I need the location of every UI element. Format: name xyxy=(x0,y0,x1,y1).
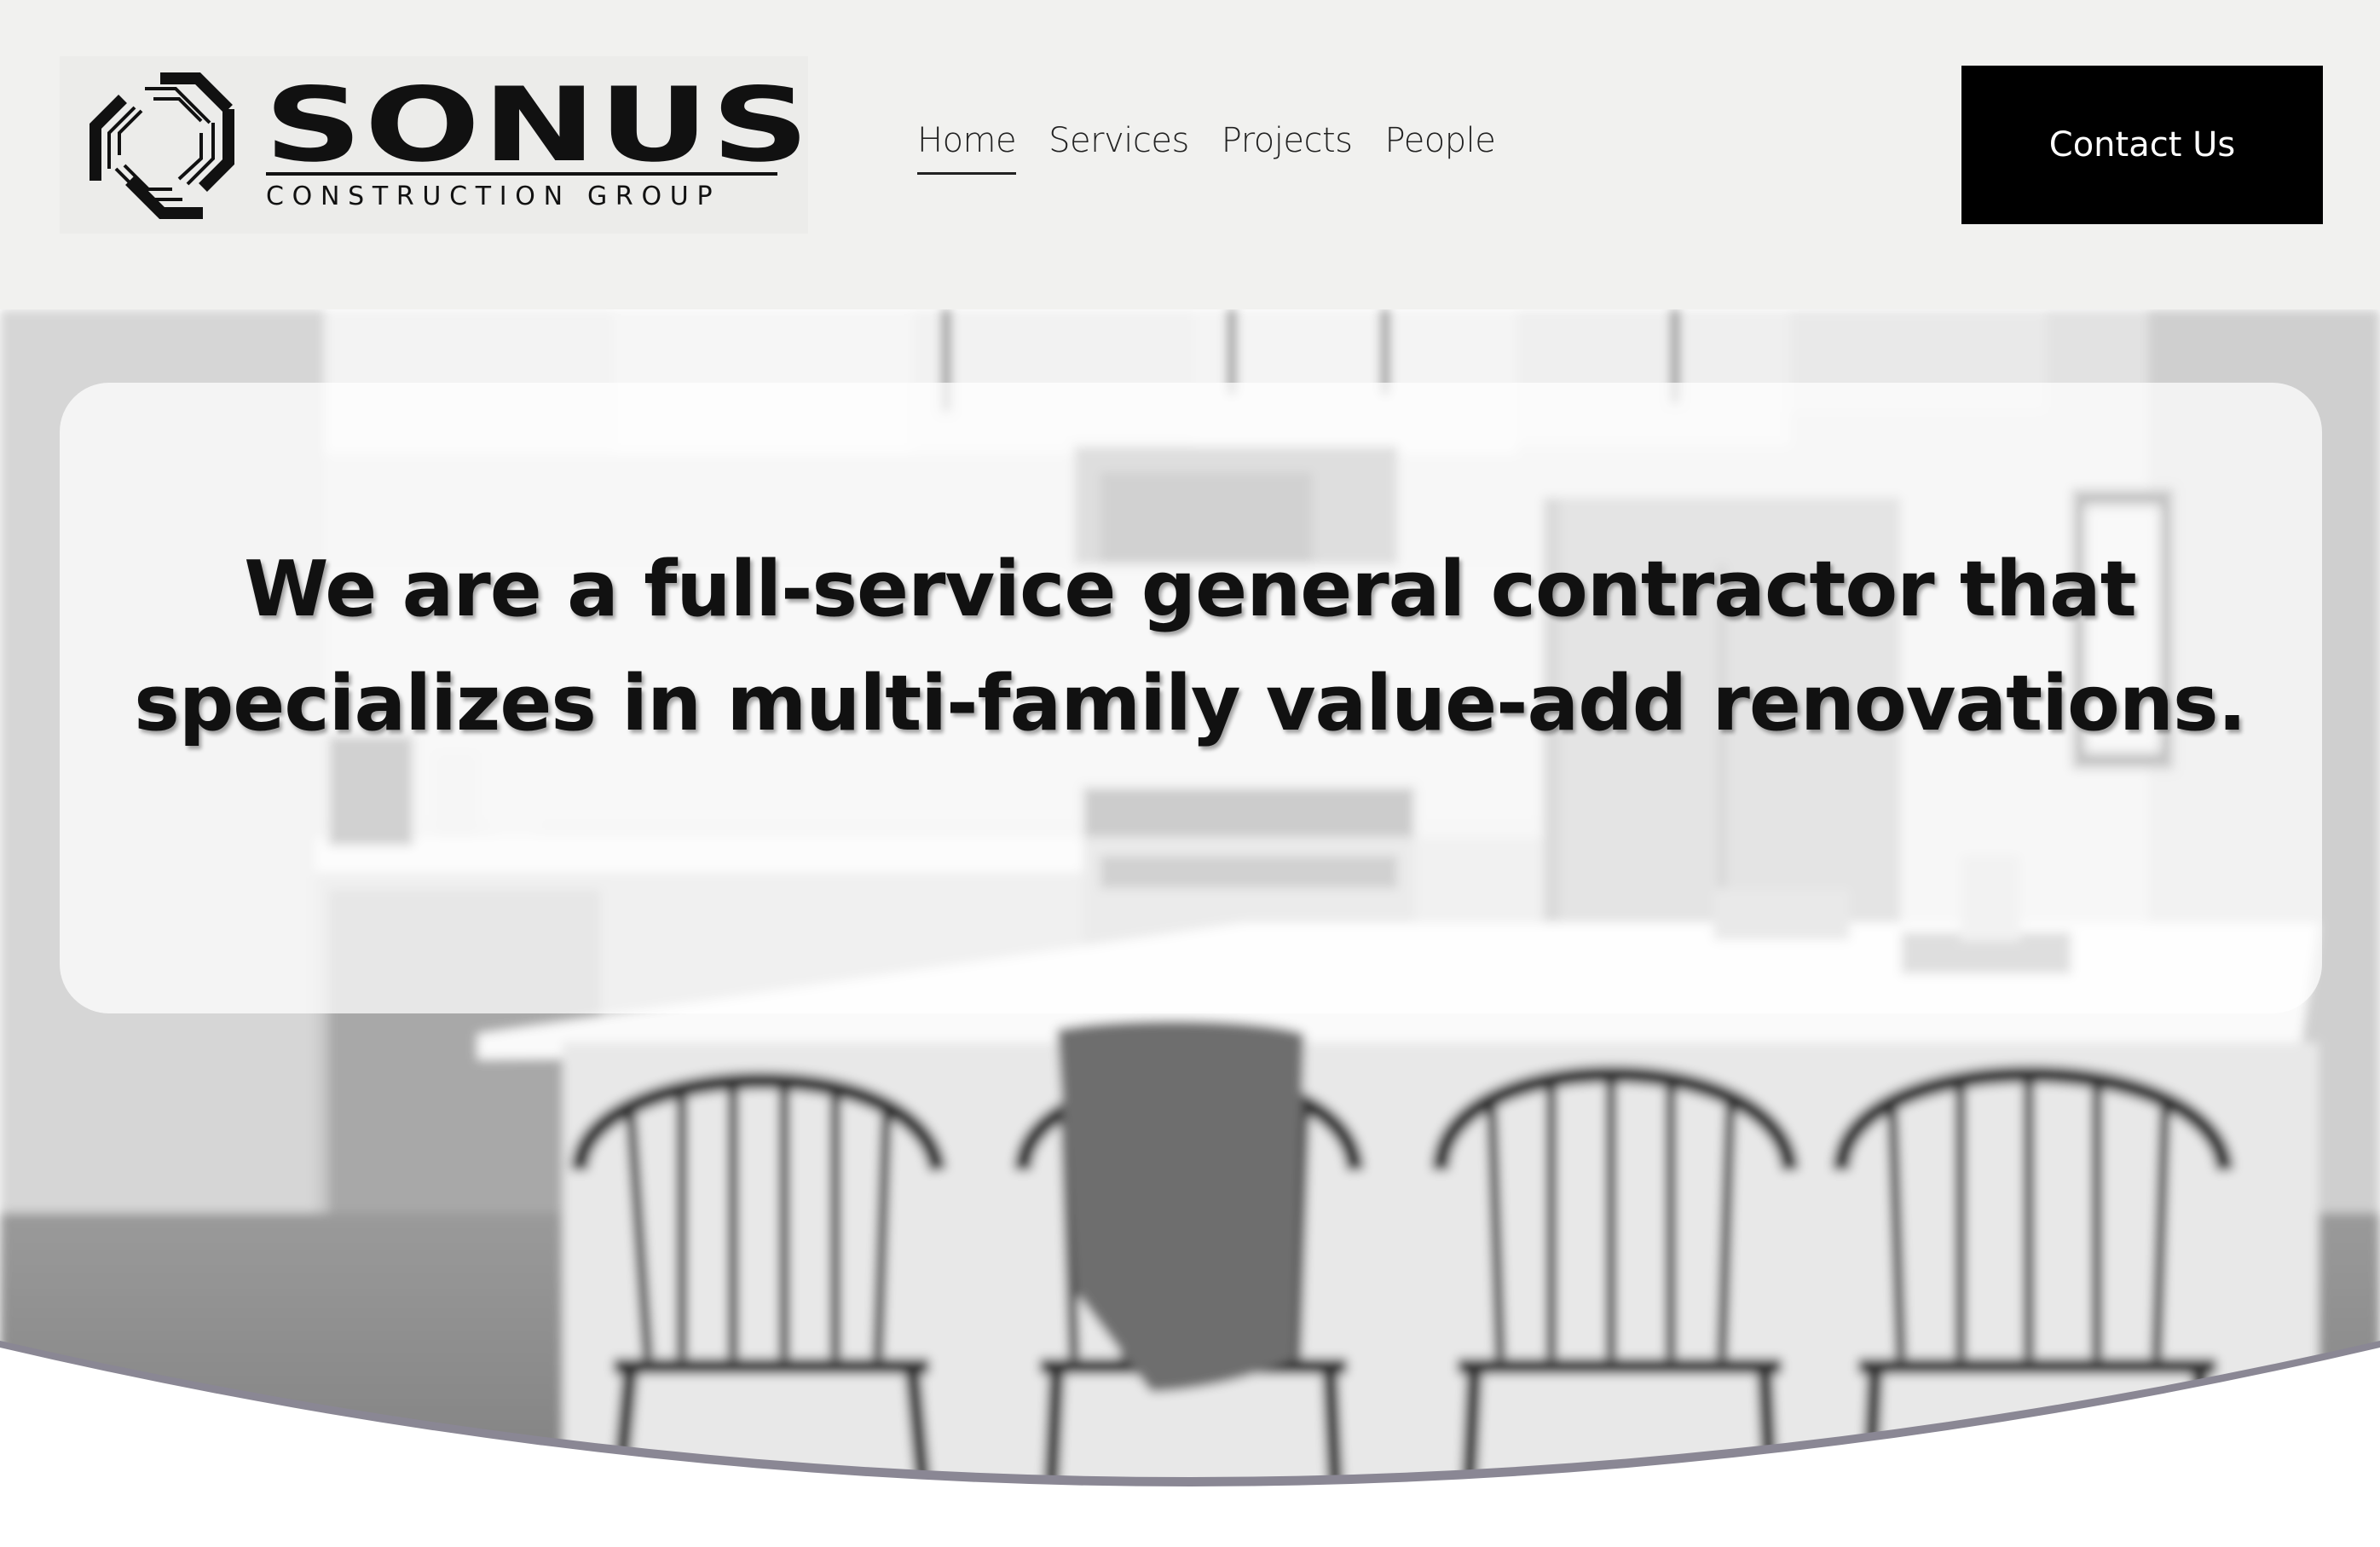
nav-item-people[interactable]: People xyxy=(1385,121,1496,175)
main-nav: Home Services Projects People xyxy=(917,121,1496,175)
nav-item-services[interactable]: Services xyxy=(1048,121,1189,175)
logo[interactable]: SONUS CONSTRUCTION GROUP xyxy=(60,56,809,234)
logo-divider xyxy=(266,172,777,176)
hero-headline: We are a full-service general contractor… xyxy=(85,533,2295,761)
hero-section: We are a full-service general contractor… xyxy=(0,309,2380,1547)
hero-headline-line-2: specializes in multi-family value-add re… xyxy=(134,659,2246,748)
logo-wordmark: SONUS xyxy=(264,66,812,185)
nav-item-home[interactable]: Home xyxy=(917,121,1017,175)
contact-us-button[interactable]: Contact Us xyxy=(1961,66,2323,224)
hero-headline-line-1: We are a full-service general contractor… xyxy=(244,545,2137,634)
page: SONUS CONSTRUCTION GROUP Home Services P… xyxy=(0,0,2380,1547)
site-header: SONUS CONSTRUCTION GROUP Home Services P… xyxy=(0,0,2380,309)
nav-item-projects[interactable]: Projects xyxy=(1222,121,1353,175)
logo-tagline: CONSTRUCTION GROUP xyxy=(266,182,721,211)
